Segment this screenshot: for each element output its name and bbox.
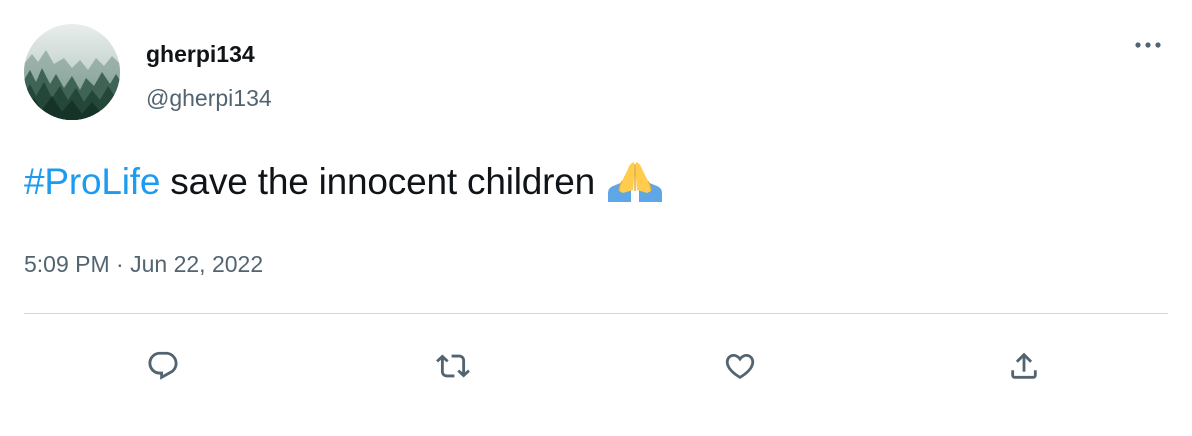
heart-icon — [725, 353, 755, 379]
more-icon — [1135, 42, 1161, 48]
author-display-name[interactable]: gherpi134 — [146, 39, 255, 69]
tweet-timestamp: 5:09 PM · Jun 22, 2022 — [24, 249, 263, 279]
share-button[interactable] — [998, 340, 1050, 392]
tweet-time[interactable]: 5:09 PM — [24, 251, 110, 277]
reply-button[interactable] — [137, 340, 189, 392]
folded-hands-emoji — [605, 160, 665, 204]
reply-icon — [148, 351, 178, 380]
divider — [24, 313, 1168, 314]
timestamp-separator: · — [109, 251, 131, 277]
like-button[interactable] — [714, 340, 766, 392]
tweet-body-text: save the innocent children — [160, 161, 606, 202]
hashtag-link[interactable]: #ProLife — [24, 161, 160, 202]
tweet-card: gherpi134 @gherpi134 #ProLife save the i… — [0, 0, 1192, 436]
tweet-text: #ProLife save the innocent children — [24, 158, 665, 206]
avatar[interactable] — [24, 24, 120, 120]
tweet-date[interactable]: Jun 22, 2022 — [130, 251, 263, 277]
retweet-icon — [436, 354, 470, 378]
more-options-button[interactable] — [1125, 26, 1171, 66]
share-icon — [1011, 352, 1037, 379]
avatar-image — [24, 24, 120, 120]
retweet-button[interactable] — [427, 340, 479, 392]
author-handle[interactable]: @gherpi134 — [146, 83, 272, 113]
